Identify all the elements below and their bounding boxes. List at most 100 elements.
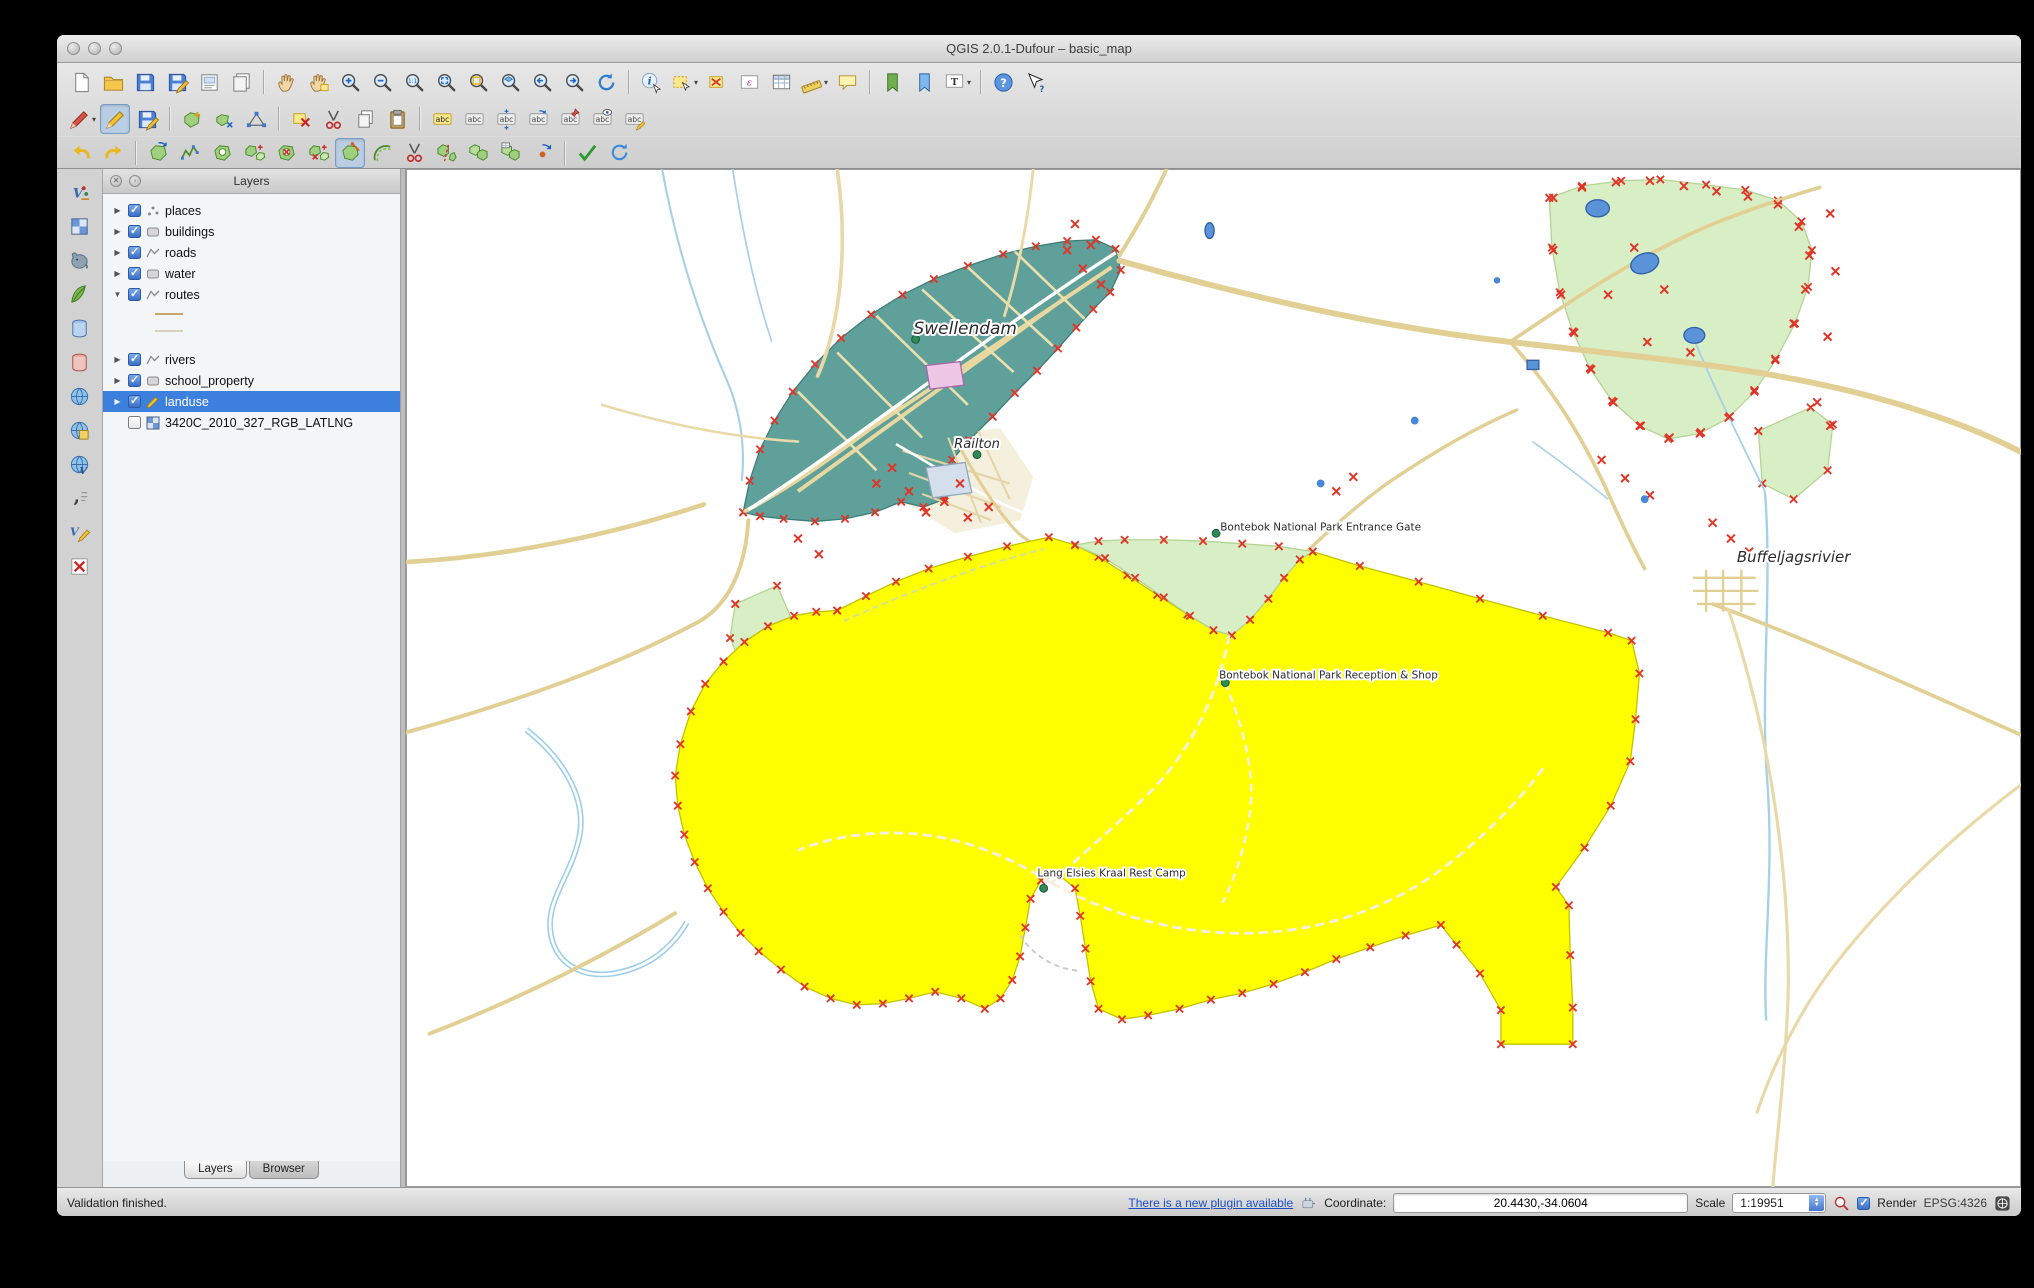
route-symbol-row[interactable] (103, 322, 400, 339)
add-oracle-layer-button[interactable] (65, 347, 95, 377)
zoom-to-selection-button[interactable] (463, 67, 493, 97)
add-postgis-layer-button[interactable] (65, 245, 95, 275)
add-wms-layer-button[interactable] (65, 381, 95, 411)
toggle-editing-button[interactable] (100, 104, 131, 134)
expand-arrow-icon[interactable]: ▶ (112, 355, 123, 364)
plugin-link[interactable]: There is a new plugin available (1128, 1196, 1293, 1210)
zoom-in-button[interactable] (335, 67, 365, 97)
layer-visibility-checkbox[interactable] (128, 224, 141, 238)
save-project-button[interactable] (130, 67, 160, 97)
landuse-polygon[interactable] (675, 537, 1639, 1044)
layer-row-water[interactable]: ▶ water (103, 263, 400, 284)
layer-row-raster[interactable]: 3420C_2010_327_RGB_LATLNG (103, 412, 400, 433)
text-annotation-button[interactable]: ▾ (941, 67, 973, 97)
expand-arrow-icon[interactable]: ▶ (112, 248, 123, 257)
select-by-expression-button[interactable] (734, 67, 764, 97)
show-bookmarks-button[interactable] (909, 67, 939, 97)
redo-button[interactable] (98, 138, 128, 168)
node-tool-button[interactable] (241, 104, 271, 134)
layer-visibility-checkbox[interactable] (128, 394, 141, 408)
check-geometries-button[interactable] (572, 138, 602, 168)
new-bookmark-button[interactable] (877, 67, 907, 97)
render-checkbox[interactable] (1857, 1196, 1871, 1210)
identify-features-button[interactable] (636, 67, 666, 97)
add-vector-layer-button[interactable] (65, 177, 95, 207)
remove-layer-button[interactable] (65, 551, 95, 581)
measure-button[interactable]: ▾ (798, 67, 830, 97)
new-shapefile-layer-button[interactable] (65, 517, 95, 547)
add-part-button[interactable] (239, 138, 269, 168)
label-properties-button[interactable] (459, 104, 489, 134)
new-print-composer-button[interactable] (194, 67, 224, 97)
layer-visibility-checkbox[interactable] (128, 203, 141, 217)
select-features-button[interactable]: ▾ (668, 67, 700, 97)
expand-arrow-icon[interactable]: ▶ (112, 397, 123, 406)
layer-visibility-checkbox[interactable] (128, 287, 141, 301)
layer-row-rivers[interactable]: ▶ rivers (103, 349, 400, 370)
delete-selected-button[interactable] (286, 104, 316, 134)
deselect-all-button[interactable] (702, 67, 732, 97)
add-spatialite-layer-button[interactable] (65, 279, 95, 309)
zoom-next-button[interactable] (559, 67, 589, 97)
add-feature-button[interactable] (177, 104, 207, 134)
add-wfs-layer-button[interactable] (65, 449, 95, 479)
split-parts-button[interactable] (431, 138, 461, 168)
merge-features-button[interactable] (463, 138, 493, 168)
expand-arrow-icon[interactable]: ▶ (112, 206, 123, 215)
split-features-button[interactable] (399, 138, 429, 168)
map-canvas[interactable]: Swellendam Railton Bontebok National Par… (406, 169, 2021, 1187)
undo-button[interactable] (66, 138, 96, 168)
show-hide-labels-button[interactable] (587, 104, 617, 134)
panel-close-button[interactable]: ✕ (110, 175, 122, 187)
zoom-to-layer-button[interactable] (495, 67, 525, 97)
reload-edits-button[interactable] (604, 138, 634, 168)
window-close-button[interactable] (67, 42, 80, 55)
expand-arrow-icon[interactable]: ▶ (112, 227, 123, 236)
reshape-features-button[interactable] (335, 137, 365, 168)
zoom-last-button[interactable] (527, 67, 557, 97)
zoom-out-button[interactable] (367, 67, 397, 97)
save-layer-edits-button[interactable] (132, 104, 162, 134)
delete-ring-button[interactable] (271, 138, 301, 168)
add-ring-button[interactable] (207, 138, 237, 168)
route-symbol-row[interactable] (103, 305, 400, 322)
pan-map-button[interactable] (271, 67, 301, 97)
open-attribute-table-button[interactable] (766, 67, 796, 97)
composer-manager-button[interactable] (226, 67, 256, 97)
layer-row-buildings[interactable]: ▶ buildings (103, 221, 400, 242)
tab-browser[interactable]: Browser (248, 1161, 319, 1179)
labeling-button[interactable] (427, 104, 457, 134)
scale-magnifier-icon[interactable] (1833, 1195, 1850, 1212)
panel-float-button[interactable]: ◦ (129, 175, 141, 187)
expand-arrow-icon[interactable]: ▶ (112, 269, 123, 278)
combo-arrows-icon[interactable]: ▲ ▼ (1809, 1195, 1825, 1211)
layer-row-school-property[interactable]: ▶ school_property (103, 370, 400, 391)
crs-status-icon[interactable] (1994, 1195, 2011, 1212)
add-delimited-text-layer-button[interactable] (65, 483, 95, 513)
zoom-full-button[interactable] (431, 67, 461, 97)
collapse-arrow-icon[interactable]: ▼ (112, 290, 123, 299)
layer-visibility-checkbox[interactable] (128, 266, 141, 280)
current-edits-button[interactable]: ▾ (66, 104, 98, 134)
pin-labels-button[interactable] (555, 104, 585, 134)
tab-layers[interactable]: Layers (184, 1161, 247, 1179)
map-tips-button[interactable] (832, 67, 862, 97)
plugin-icon[interactable] (1300, 1195, 1317, 1212)
delete-part-button[interactable] (303, 138, 333, 168)
window-zoom-button[interactable] (109, 42, 122, 55)
layer-row-landuse[interactable]: ▶ landuse (103, 391, 400, 412)
save-project-as-button[interactable] (162, 67, 192, 97)
pan-to-selection-button[interactable] (303, 67, 333, 97)
whats-this-button[interactable] (1020, 67, 1050, 97)
simplify-feature-button[interactable] (175, 138, 205, 168)
add-mssql-layer-button[interactable] (65, 313, 95, 343)
new-project-button[interactable] (66, 67, 96, 97)
layer-visibility-checkbox[interactable] (128, 245, 141, 259)
expand-arrow-icon[interactable]: ▶ (112, 376, 123, 385)
layer-visibility-checkbox[interactable] (128, 373, 141, 387)
rotate-point-symbols-button[interactable] (527, 138, 557, 168)
copy-features-button[interactable] (350, 104, 380, 134)
help-contents-button[interactable] (988, 67, 1018, 97)
merge-attributes-button[interactable] (495, 138, 525, 168)
layer-row-roads[interactable]: ▶ roads (103, 242, 400, 263)
